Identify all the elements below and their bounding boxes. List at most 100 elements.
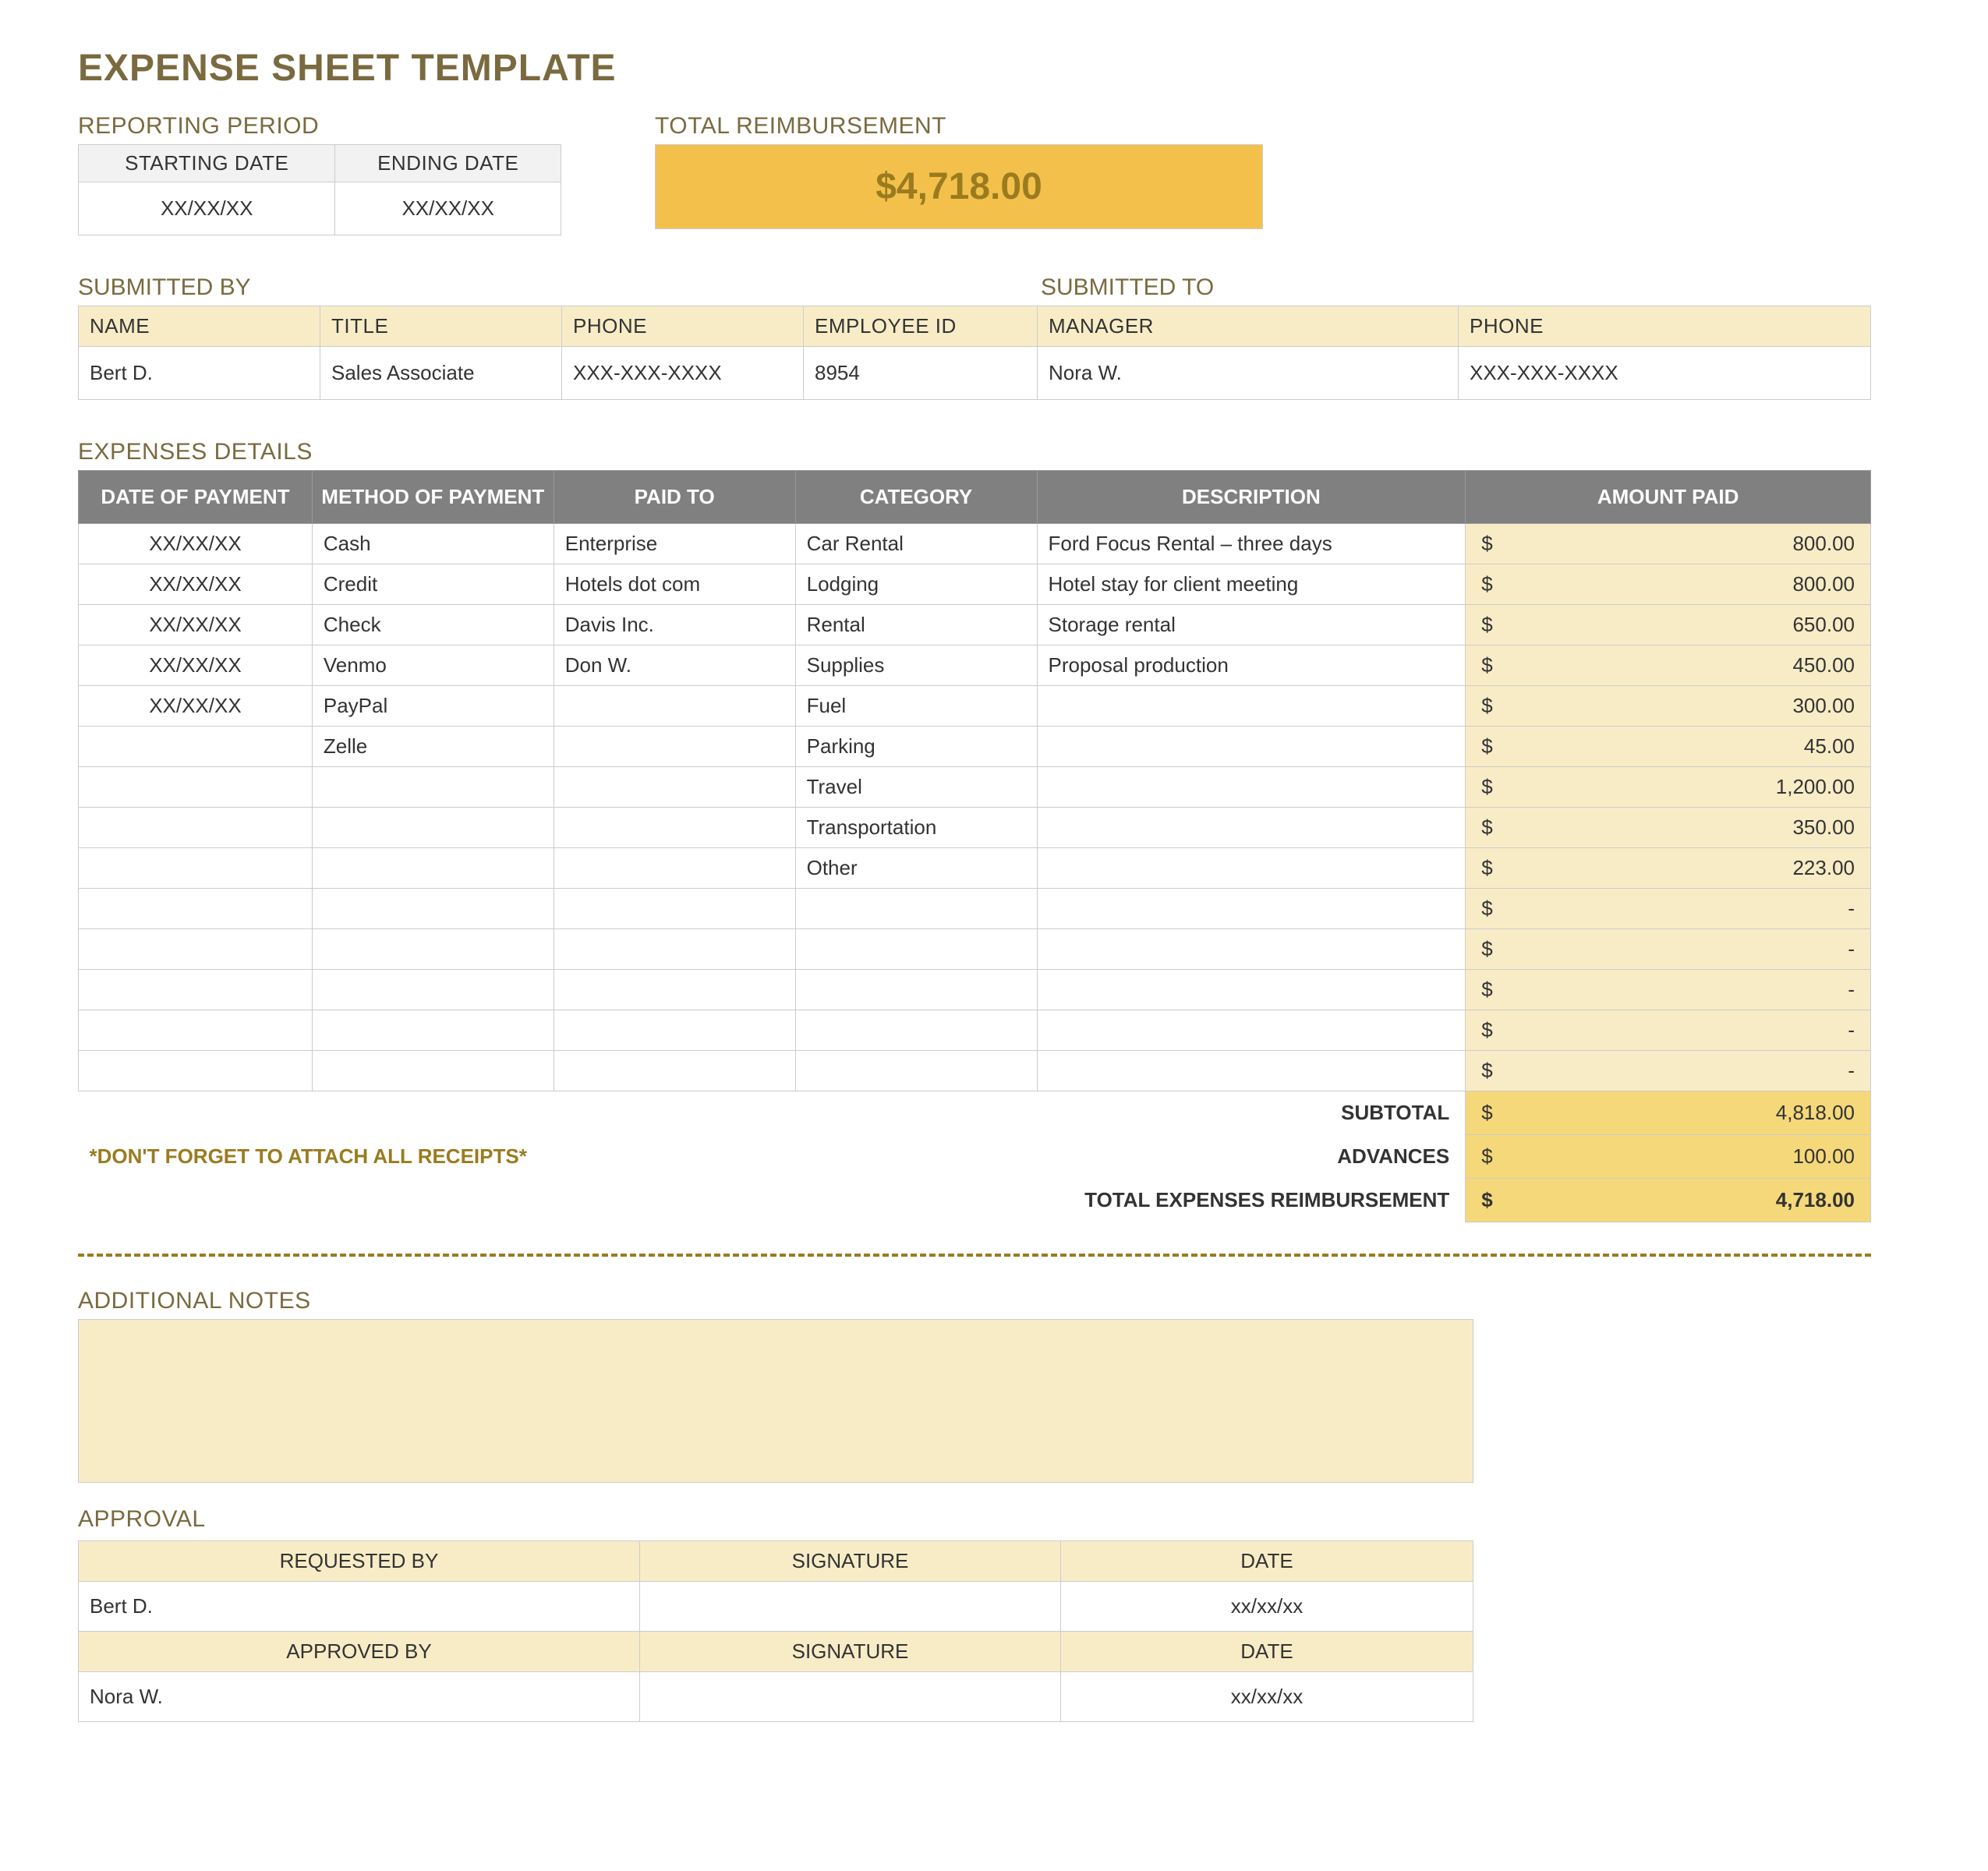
submitted-to-phone[interactable]: XXX-XXX-XXXX xyxy=(1459,347,1871,400)
cell-category[interactable] xyxy=(795,889,1037,929)
end-date-value[interactable]: XX/XX/XX xyxy=(335,182,561,235)
cell-description[interactable] xyxy=(1037,686,1466,727)
cell-method[interactable] xyxy=(312,1010,554,1051)
cell-date[interactable]: XX/XX/XX xyxy=(79,524,313,564)
cell-description[interactable]: Ford Focus Rental – three days xyxy=(1037,524,1466,564)
cell-date[interactable] xyxy=(79,848,313,889)
cell-category[interactable]: Transportation xyxy=(795,808,1037,848)
cell-description[interactable] xyxy=(1037,848,1466,889)
cell-category[interactable]: Travel xyxy=(795,767,1037,808)
cell-amount[interactable]: $350.00 xyxy=(1466,808,1871,848)
cell-amount[interactable]: $800.00 xyxy=(1466,524,1871,564)
cell-amount[interactable]: $1,200.00 xyxy=(1466,767,1871,808)
cell-description[interactable] xyxy=(1037,889,1466,929)
cell-description[interactable] xyxy=(1037,1051,1466,1091)
submitted-to-manager[interactable]: Nora W. xyxy=(1038,347,1459,400)
cell-paid-to[interactable] xyxy=(554,727,795,767)
cell-amount[interactable]: $450.00 xyxy=(1466,645,1871,686)
cell-date[interactable] xyxy=(79,808,313,848)
cell-category[interactable] xyxy=(795,970,1037,1010)
cell-description[interactable]: Storage rental xyxy=(1037,605,1466,645)
cell-paid-to[interactable]: Davis Inc. xyxy=(554,605,795,645)
submitted-by-name[interactable]: Bert D. xyxy=(79,347,320,400)
cell-method[interactable]: Venmo xyxy=(312,645,554,686)
cell-paid-to[interactable]: Enterprise xyxy=(554,524,795,564)
cell-paid-to[interactable] xyxy=(554,767,795,808)
cell-method[interactable] xyxy=(312,970,554,1010)
cell-paid-to[interactable] xyxy=(554,808,795,848)
cell-date[interactable]: XX/XX/XX xyxy=(79,564,313,605)
approved-date[interactable]: xx/xx/xx xyxy=(1061,1672,1473,1722)
cell-paid-to[interactable] xyxy=(554,889,795,929)
requested-date[interactable]: xx/xx/xx xyxy=(1061,1582,1473,1632)
approved-by-value[interactable]: Nora W. xyxy=(79,1672,640,1722)
approved-signature[interactable] xyxy=(640,1672,1061,1722)
cell-date[interactable] xyxy=(79,970,313,1010)
cell-paid-to[interactable]: Hotels dot com xyxy=(554,564,795,605)
cell-date[interactable]: XX/XX/XX xyxy=(79,686,313,727)
cell-description[interactable]: Hotel stay for client meeting xyxy=(1037,564,1466,605)
cell-amount[interactable]: $- xyxy=(1466,1010,1871,1051)
cell-amount[interactable]: $- xyxy=(1466,1051,1871,1091)
cell-amount[interactable]: $650.00 xyxy=(1466,605,1871,645)
cell-description[interactable] xyxy=(1037,727,1466,767)
cell-paid-to[interactable] xyxy=(554,1051,795,1091)
cell-date[interactable]: XX/XX/XX xyxy=(79,645,313,686)
cell-method[interactable] xyxy=(312,1051,554,1091)
cell-paid-to[interactable] xyxy=(554,929,795,970)
cell-method[interactable]: Zelle xyxy=(312,727,554,767)
cell-category[interactable] xyxy=(795,1051,1037,1091)
cell-description[interactable] xyxy=(1037,808,1466,848)
cell-date[interactable] xyxy=(79,889,313,929)
submitted-by-phone[interactable]: XXX-XXX-XXXX xyxy=(562,347,804,400)
cell-category[interactable]: Other xyxy=(795,848,1037,889)
cell-amount[interactable]: $- xyxy=(1466,889,1871,929)
cell-method[interactable]: Credit xyxy=(312,564,554,605)
requested-signature[interactable] xyxy=(640,1582,1061,1632)
cell-amount[interactable]: $- xyxy=(1466,970,1871,1010)
cell-description[interactable]: Proposal production xyxy=(1037,645,1466,686)
advances-value[interactable]: $100.00 xyxy=(1466,1135,1871,1179)
cell-date[interactable] xyxy=(79,727,313,767)
cell-method[interactable] xyxy=(312,767,554,808)
cell-paid-to[interactable] xyxy=(554,970,795,1010)
cell-category[interactable]: Lodging xyxy=(795,564,1037,605)
cell-method[interactable] xyxy=(312,808,554,848)
cell-method[interactable]: PayPal xyxy=(312,686,554,727)
cell-amount[interactable]: $45.00 xyxy=(1466,727,1871,767)
cell-description[interactable] xyxy=(1037,970,1466,1010)
cell-date[interactable]: XX/XX/XX xyxy=(79,605,313,645)
cell-date[interactable] xyxy=(79,929,313,970)
cell-paid-to[interactable] xyxy=(554,1010,795,1051)
cell-method[interactable] xyxy=(312,848,554,889)
cell-date[interactable] xyxy=(79,767,313,808)
cell-method[interactable] xyxy=(312,889,554,929)
requested-by-value[interactable]: Bert D. xyxy=(79,1582,640,1632)
cell-category[interactable]: Parking xyxy=(795,727,1037,767)
cell-category[interactable]: Car Rental xyxy=(795,524,1037,564)
cell-category[interactable] xyxy=(795,1010,1037,1051)
submitted-by-empid[interactable]: 8954 xyxy=(804,347,1038,400)
cell-description[interactable] xyxy=(1037,767,1466,808)
cell-method[interactable] xyxy=(312,929,554,970)
cell-date[interactable] xyxy=(79,1010,313,1051)
cell-description[interactable] xyxy=(1037,1010,1466,1051)
cell-category[interactable]: Fuel xyxy=(795,686,1037,727)
cell-category[interactable]: Rental xyxy=(795,605,1037,645)
additional-notes-box[interactable] xyxy=(78,1319,1473,1483)
cell-method[interactable]: Cash xyxy=(312,524,554,564)
cell-amount[interactable]: $800.00 xyxy=(1466,564,1871,605)
submitted-by-title[interactable]: Sales Associate xyxy=(320,347,562,400)
cell-paid-to[interactable] xyxy=(554,686,795,727)
cell-description[interactable] xyxy=(1037,929,1466,970)
cell-paid-to[interactable]: Don W. xyxy=(554,645,795,686)
start-date-value[interactable]: XX/XX/XX xyxy=(79,182,335,235)
cell-amount[interactable]: $223.00 xyxy=(1466,848,1871,889)
cell-amount[interactable]: $- xyxy=(1466,929,1871,970)
cell-category[interactable]: Supplies xyxy=(795,645,1037,686)
cell-method[interactable]: Check xyxy=(312,605,554,645)
cell-paid-to[interactable] xyxy=(554,848,795,889)
cell-category[interactable] xyxy=(795,929,1037,970)
cell-amount[interactable]: $300.00 xyxy=(1466,686,1871,727)
cell-date[interactable] xyxy=(79,1051,313,1091)
